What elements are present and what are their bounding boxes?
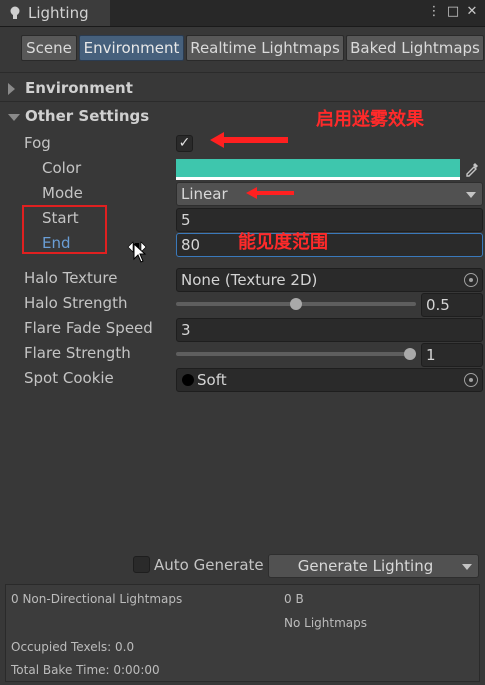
annotation-arrow — [246, 187, 294, 199]
eyedropper-icon[interactable] — [464, 160, 481, 177]
flare-strength-field[interactable]: 1 — [421, 343, 483, 367]
halo-strength-field[interactable]: 0.5 — [421, 293, 483, 317]
section-environment-label: Environment — [25, 79, 133, 97]
fog-checkbox[interactable]: ✓ — [176, 135, 193, 152]
foldout-expanded-icon — [8, 114, 20, 121]
fog-mode-label: Mode — [42, 184, 83, 202]
close-icon[interactable]: ✕ — [464, 4, 480, 20]
window-tab[interactable]: Lighting — [0, 0, 110, 26]
fog-mode-dropdown[interactable]: Linear — [176, 182, 483, 206]
halo-strength-label: Halo Strength — [24, 294, 128, 312]
fog-color-label: Color — [42, 159, 82, 177]
tab-scene[interactable]: Scene — [21, 35, 77, 61]
divider — [0, 101, 485, 102]
window-title: Lighting — [28, 4, 89, 22]
object-picker-icon[interactable] — [464, 273, 478, 287]
auto-generate-checkbox[interactable] — [133, 556, 150, 573]
auto-generate-label: Auto Generate — [154, 556, 264, 574]
fog-mode-value: Linear — [181, 185, 228, 203]
foldout-collapsed-icon — [8, 83, 15, 95]
halo-texture-field[interactable]: None (Texture 2D) — [176, 268, 483, 292]
fog-color-swatch[interactable] — [176, 159, 460, 180]
halo-texture-label: Halo Texture — [24, 269, 118, 287]
dropdown-arrow-icon[interactable] — [462, 564, 472, 570]
tab-environment[interactable]: Environment — [79, 35, 184, 61]
annotation-arrow — [210, 132, 288, 148]
stats-size: 0 B — [284, 592, 304, 606]
halo-strength-slider-thumb[interactable] — [290, 298, 302, 310]
section-other-settings-label: Other Settings — [25, 107, 150, 125]
halo-texture-value: None (Texture 2D) — [181, 271, 318, 289]
cursor-icon — [133, 243, 147, 263]
divider — [0, 72, 485, 73]
annotation-box — [22, 205, 107, 254]
stats-texels: Occupied Texels: 0.0 — [11, 640, 135, 654]
stats-bake-time: Total Bake Time: 0:00:00 — [11, 663, 160, 677]
menu-icon[interactable]: ⋮ — [426, 4, 442, 20]
generate-lighting-label: Generate Lighting — [297, 557, 434, 575]
spot-cookie-value: Soft — [197, 371, 227, 389]
flare-strength-slider-track[interactable] — [176, 352, 416, 356]
fog-label: Fog — [24, 134, 51, 152]
tab-realtime-lightmaps[interactable]: Realtime Lightmaps — [186, 35, 344, 61]
tab-baked-lightmaps[interactable]: Baked Lightmaps — [346, 35, 484, 61]
spot-cookie-label: Spot Cookie — [24, 369, 114, 387]
section-environment-header[interactable]: Environment — [0, 77, 485, 101]
texture-thumbnail-icon — [182, 374, 194, 386]
maximize-icon[interactable]: □ — [445, 4, 461, 20]
flare-fade-speed-field[interactable]: 3 — [176, 318, 483, 342]
fog-end-field[interactable]: 80 — [176, 233, 483, 257]
stats-no-lightmaps: No Lightmaps — [284, 616, 367, 630]
lightbulb-icon — [10, 6, 20, 19]
flare-strength-slider-thumb[interactable] — [404, 348, 416, 360]
annotation-range-note: 能见度范围 — [238, 232, 328, 253]
fog-start-field[interactable]: 5 — [176, 208, 483, 232]
stats-lightmaps: 0 Non-Directional Lightmaps — [11, 592, 183, 606]
spot-cookie-field[interactable]: Soft — [176, 368, 483, 392]
generate-lighting-button[interactable]: Generate Lighting — [268, 554, 479, 578]
dropdown-arrow-icon — [466, 192, 476, 198]
annotation-fog-note: 启用迷雾效果 — [316, 109, 424, 130]
flare-fade-speed-label: Flare Fade Speed — [24, 319, 153, 337]
object-picker-icon[interactable] — [464, 373, 478, 387]
flare-strength-label: Flare Strength — [24, 344, 131, 362]
